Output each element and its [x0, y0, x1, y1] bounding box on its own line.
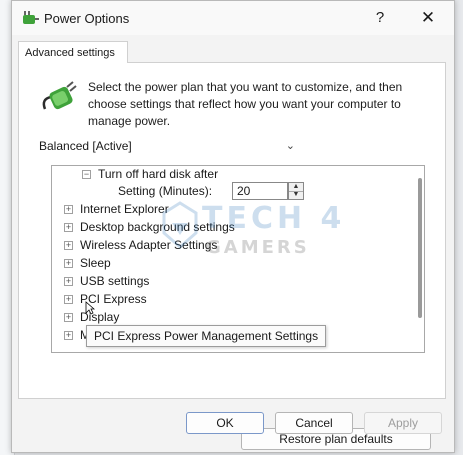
- expand-icon[interactable]: +: [64, 331, 73, 340]
- power-options-dialog: Power Options ? ✕ Advanced settings Sele…: [11, 0, 455, 453]
- tree-item-label: Sleep: [80, 256, 111, 270]
- chevron-down-icon: ⌄: [285, 140, 295, 152]
- window-title: Power Options: [44, 11, 130, 26]
- tree-item-label: Internet Explorer: [80, 202, 169, 216]
- spin-down-icon[interactable]: ▼: [289, 191, 303, 199]
- description-text: Select the power plan that you want to c…: [88, 80, 403, 128]
- expand-icon[interactable]: +: [64, 259, 73, 268]
- minutes-stepper[interactable]: ▲ ▼: [288, 182, 304, 200]
- tree-item-label: USB settings: [80, 274, 150, 288]
- tooltip: PCI Express Power Management Settings: [86, 325, 327, 347]
- tree-scrollbar[interactable]: [418, 178, 422, 318]
- ok-button[interactable]: OK: [186, 412, 264, 434]
- power-plan-selected: Balanced [Active]: [39, 139, 132, 153]
- mouse-cursor-icon: [85, 301, 95, 315]
- apply-button[interactable]: Apply: [364, 412, 442, 434]
- expand-icon[interactable]: +: [64, 295, 73, 304]
- title-bar: Power Options ? ✕: [12, 1, 454, 35]
- expand-icon[interactable]: +: [64, 223, 73, 232]
- expand-icon[interactable]: +: [64, 241, 73, 250]
- expand-icon[interactable]: +: [64, 277, 73, 286]
- power-plug-icon: [42, 81, 77, 110]
- tree-item-label: Wireless Adapter Settings: [80, 238, 218, 252]
- minutes-input[interactable]: 20: [232, 182, 288, 200]
- power-options-icon: [23, 11, 39, 24]
- expand-icon[interactable]: +: [64, 313, 73, 322]
- tree-item-label: Desktop background settings: [80, 220, 235, 234]
- help-button[interactable]: ?: [368, 7, 392, 29]
- expand-icon[interactable]: +: [64, 205, 73, 214]
- close-button[interactable]: ✕: [416, 7, 440, 29]
- tab-advanced-settings[interactable]: Advanced settings: [18, 41, 128, 63]
- collapse-icon[interactable]: −: [82, 170, 91, 179]
- cancel-button[interactable]: Cancel: [275, 412, 353, 434]
- tree-item-label: Turn off hard disk after: [98, 167, 219, 181]
- setting-label: Setting (Minutes):: [118, 184, 213, 198]
- power-plan-select[interactable]: Balanced [Active] ⌄: [33, 135, 301, 157]
- advanced-settings-panel: Select the power plan that you want to c…: [18, 62, 446, 450]
